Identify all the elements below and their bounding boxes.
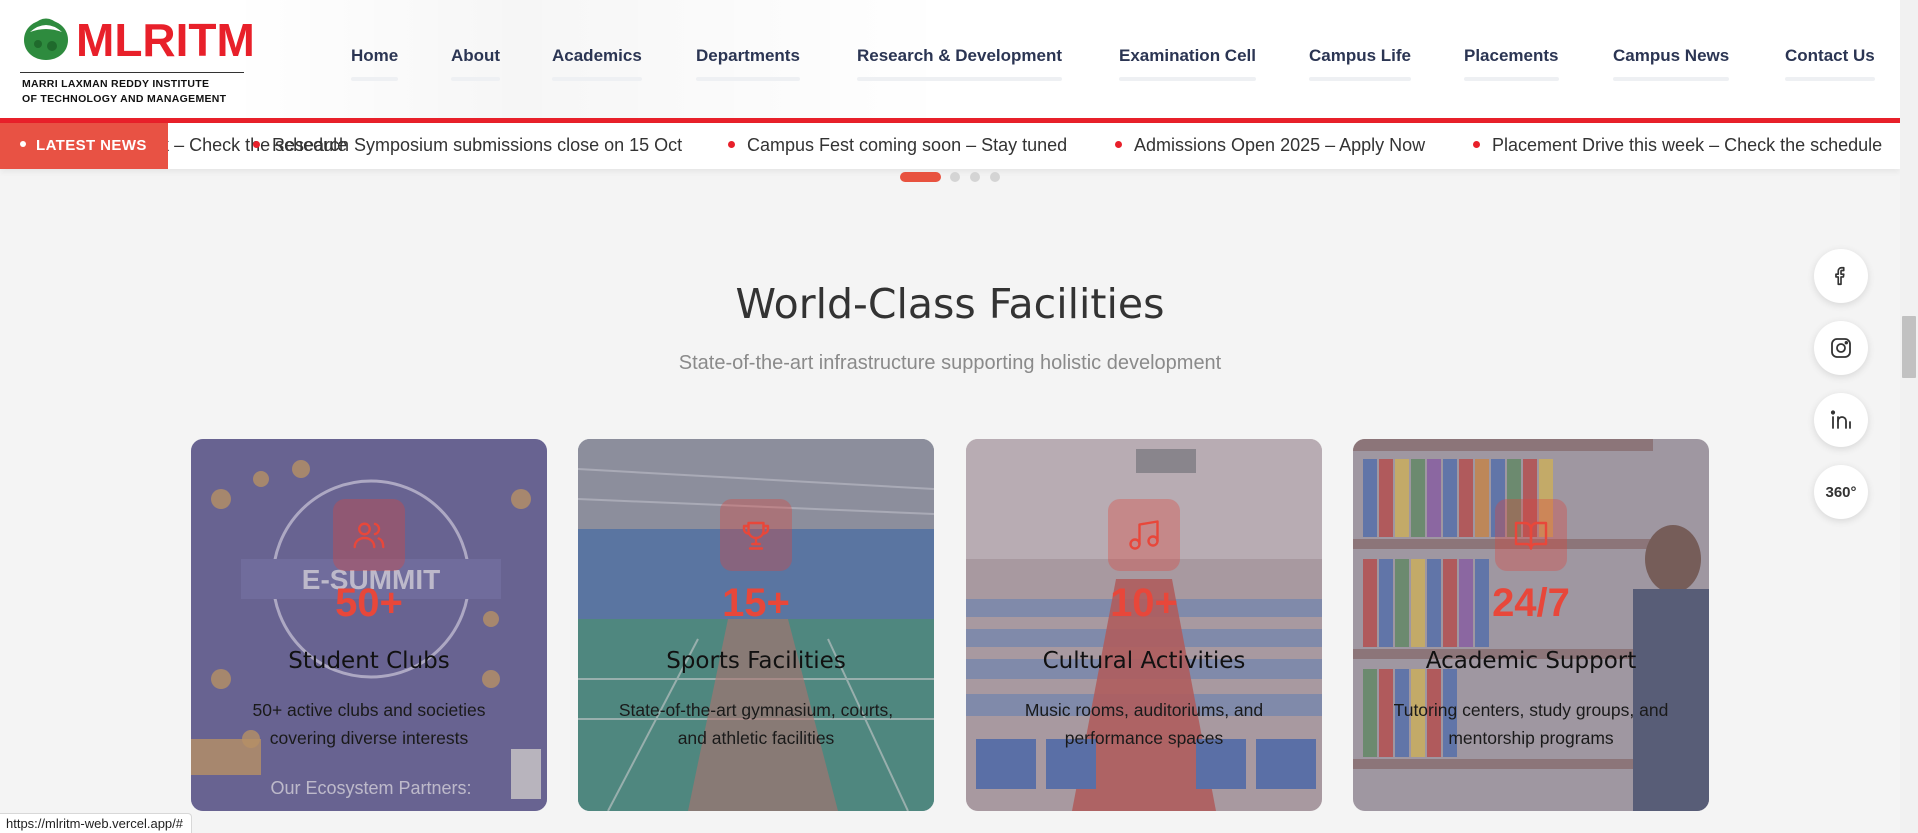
- card-description: 50+ active clubs and societies covering …: [252, 700, 486, 748]
- logo-wordmark: MLRITM: [76, 14, 255, 66]
- carousel-dot[interactable]: [970, 172, 980, 182]
- instagram-button[interactable]: [1814, 321, 1868, 375]
- facility-card-student-clubs[interactable]: E-SUMMIT Our Ecosystem Partners: 50+ Stu…: [191, 439, 547, 811]
- logo-subtitle-line2: OF TECHNOLOGY AND MANAGEMENT: [22, 93, 227, 105]
- nav-departments[interactable]: Departments: [696, 46, 800, 81]
- logo-divider: [20, 72, 244, 73]
- virtual-tour-button[interactable]: 360°: [1814, 465, 1868, 519]
- nav-home[interactable]: Home: [351, 46, 399, 81]
- nav-academics[interactable]: Academics: [552, 46, 642, 81]
- music-icon: [1108, 499, 1180, 571]
- linkedin-icon: [1830, 410, 1851, 429]
- site-header: MLRITM MARRI LAXMAN REDDY INSTITUTE OF T…: [0, 0, 1900, 118]
- news-item[interactable]: Admissions Open 2025 – Apply Now: [1115, 135, 1425, 156]
- book-open-icon: [1495, 499, 1567, 571]
- logo-emblem-icon: [24, 18, 68, 60]
- card-title: Sports Facilities: [666, 648, 846, 674]
- nav-campus-news[interactable]: Campus News: [1613, 46, 1730, 81]
- news-ticker: Placement Drive this week – Check the sc…: [0, 123, 1900, 169]
- status-bar-url: https://mlritm-web.vercel.app/#: [0, 813, 193, 833]
- instagram-icon: [1831, 338, 1851, 358]
- card-title: Academic Support: [1425, 648, 1637, 674]
- scrollbar-thumb[interactable]: [1902, 316, 1916, 378]
- facilities-subtitle: State-of-the-art infrastructure supporti…: [678, 352, 1222, 374]
- carousel-dot[interactable]: [990, 172, 1000, 182]
- card-description: Music rooms, auditoriums, and performanc…: [1024, 700, 1264, 748]
- nav-contact-us[interactable]: Contact Us: [1785, 46, 1875, 81]
- news-item[interactable]: Research Symposium submissions close on …: [253, 135, 682, 156]
- linkedin-button[interactable]: [1814, 393, 1868, 447]
- card-stat: 15+: [722, 581, 790, 625]
- nav-placements[interactable]: Placements: [1464, 46, 1559, 81]
- facility-card-academic-support[interactable]: 24/7 Academic Support Tutoring centers, …: [1353, 439, 1709, 811]
- nav-examination-cell[interactable]: Examination Cell: [1119, 46, 1256, 81]
- news-bullet-icon: [1115, 140, 1122, 148]
- facebook-icon: [1835, 266, 1845, 286]
- nav-about[interactable]: About: [451, 46, 501, 81]
- trophy-icon: [720, 499, 792, 571]
- facebook-button[interactable]: [1814, 249, 1868, 303]
- latest-news-badge: LATEST NEWS: [0, 123, 168, 169]
- nav-campus-life[interactable]: Campus Life: [1309, 46, 1412, 81]
- 360-tour-icon: 360°: [1825, 483, 1857, 501]
- card-stat: 50+: [335, 581, 403, 625]
- news-bullet-icon: [1473, 140, 1480, 148]
- site-logo[interactable]: MLRITM MARRI LAXMAN REDDY INSTITUTE OF T…: [20, 14, 255, 105]
- card-description: State-of-the-art gymnasium, courts, and …: [618, 700, 894, 748]
- facilities-title: World-Class Facilities: [735, 280, 1165, 328]
- facility-card-sports[interactable]: 15+ Sports Facilities State-of-the-art g…: [578, 439, 934, 811]
- facility-card-cultural[interactable]: 10+ Cultural Activities Music rooms, aud…: [966, 439, 1322, 811]
- badge-dot-icon: [20, 141, 26, 148]
- card-title: Cultural Activities: [1042, 648, 1246, 674]
- news-item[interactable]: Placement Drive this week – Check the sc…: [1473, 135, 1882, 156]
- carousel-dot-active[interactable]: [900, 172, 941, 182]
- news-bullet-icon: [253, 140, 260, 148]
- nav-research-development[interactable]: Research & Development: [857, 46, 1063, 81]
- carousel-dot[interactable]: [950, 172, 960, 182]
- news-item[interactable]: Campus Fest coming soon – Stay tuned: [728, 135, 1067, 156]
- card-stat: 10+: [1110, 581, 1178, 625]
- card-description: Tutoring centers, study groups, and ment…: [1393, 700, 1669, 748]
- logo-subtitle-line1: MARRI LAXMAN REDDY INSTITUTE: [22, 78, 210, 90]
- card-title: Student Clubs: [288, 648, 450, 674]
- users-icon: [333, 499, 405, 571]
- page-scrollbar[interactable]: [1900, 0, 1918, 833]
- card-stat: 24/7: [1492, 581, 1570, 625]
- news-bullet-icon: [728, 140, 735, 148]
